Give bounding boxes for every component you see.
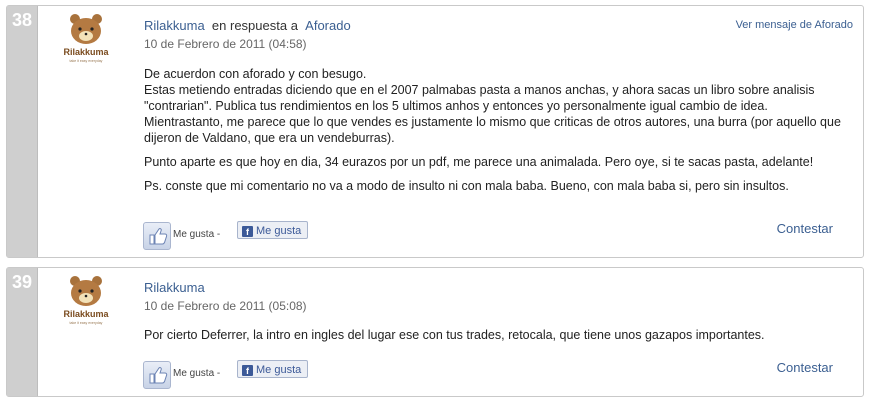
comment-number: 39: [11, 272, 33, 292]
avatar-brand-text: Rilakkuma: [63, 309, 109, 319]
author-link[interactable]: Rilakkuma: [144, 280, 205, 295]
comment-number-column: 38: [7, 6, 38, 257]
like-label: Me gusta -: [173, 368, 221, 379]
facebook-like-button[interactable]: f Me gusta: [237, 360, 309, 378]
in-reply-text: en respuesta a: [211, 18, 298, 33]
comment-paragraph: De acuerdon con aforado y con besugo.: [144, 67, 367, 81]
like-label: Me gusta -: [173, 229, 221, 240]
avatar-rilakkuma: Rilakkuma take it easy everyday: [63, 14, 110, 63]
comment-header: Rilakkuma en respuesta a Aforado: [144, 18, 351, 33]
facebook-like-label: Me gusta: [256, 364, 302, 376]
facebook-like-button[interactable]: f Me gusta: [237, 221, 309, 239]
comment-paragraph: Por cierto Deferrer, la intro en ingles …: [144, 328, 765, 342]
comment-38: 38 Rilakkuma take it easy everyday Rilak…: [6, 5, 864, 258]
facebook-icon: f: [242, 365, 253, 376]
thumbs-up-icon: [149, 228, 168, 245]
comment-39: 39 Rilakkuma take it easy everyday Rilak…: [6, 267, 864, 397]
avatar-tagline-text: take it easy everyday: [70, 321, 103, 325]
avatar-brand-text: Rilakkuma: [63, 47, 109, 57]
like-thumb-button[interactable]: [143, 222, 171, 250]
reply-button[interactable]: Contestar: [777, 360, 833, 375]
comment-paragraph: Ps. conste que mi comentario no va a mod…: [144, 179, 789, 193]
facebook-like-label: Me gusta: [256, 225, 302, 237]
facebook-icon: f: [242, 226, 253, 237]
like-thumb-button[interactable]: [143, 361, 171, 389]
reply-button[interactable]: Contestar: [777, 221, 833, 236]
view-parent-message-link[interactable]: Ver mensaje de Aforado: [736, 19, 853, 31]
thumbs-up-icon: [149, 367, 168, 384]
comment-paragraph: Estas metiendo entradas diciendo que en …: [144, 83, 815, 113]
comment-number-column: 39: [7, 268, 38, 396]
comment-paragraph: Punto aparte es que hoy en dia, 34 euraz…: [144, 155, 814, 169]
author-link[interactable]: Rilakkuma: [144, 18, 205, 33]
avatar-tagline-text: take it easy everyday: [70, 59, 103, 63]
avatar-rilakkuma: Rilakkuma take it easy everyday: [63, 276, 110, 325]
comment-body: Por cierto Deferrer, la intro en ingles …: [144, 327, 856, 351]
comment-paragraph: Mientrastanto, me parece que lo que vend…: [144, 115, 841, 145]
comment-number: 38: [11, 10, 33, 30]
comment-date: 10 de Febrero de 2011 (05:08): [144, 299, 307, 313]
reply-to-link[interactable]: Aforado: [305, 18, 351, 33]
comment-header: Rilakkuma: [144, 280, 205, 295]
comment-date: 10 de Febrero de 2011 (04:58): [144, 37, 307, 51]
comment-body: De acuerdon con aforado y con besugo. Es…: [144, 66, 856, 202]
